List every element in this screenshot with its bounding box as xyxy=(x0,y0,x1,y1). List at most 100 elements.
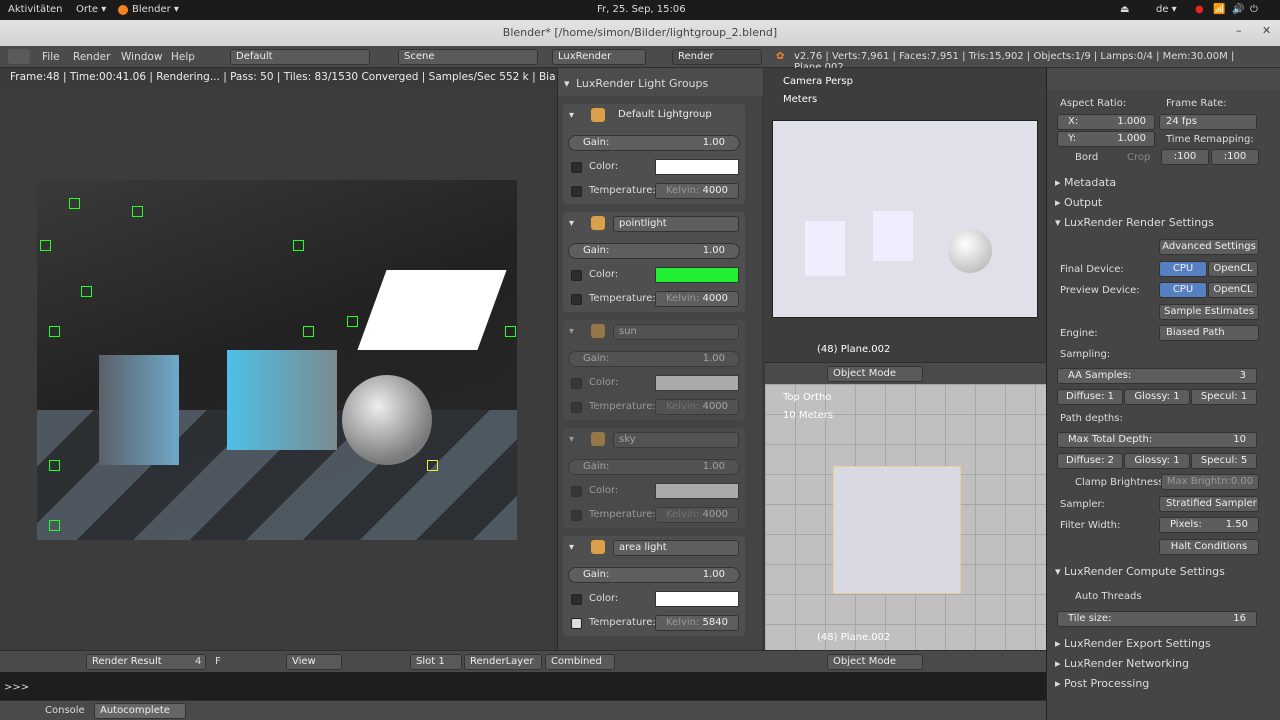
color-swatch[interactable] xyxy=(655,267,739,283)
glossy1-field[interactable]: Glossy: 1 xyxy=(1124,389,1190,405)
networking-section[interactable]: ▸ LuxRender Networking xyxy=(1055,657,1189,670)
network-icon[interactable]: 📶 xyxy=(1213,4,1225,15)
temperature-checkbox[interactable] xyxy=(571,618,582,629)
view-menu[interactable]: View xyxy=(286,654,342,670)
lightbulb-icon[interactable] xyxy=(591,216,605,230)
tile-size-field[interactable]: Tile size: 16 xyxy=(1057,611,1257,627)
python-console[interactable]: >>> xyxy=(0,672,1046,700)
eject-icon[interactable]: ⏏ xyxy=(1120,4,1129,15)
gain-field[interactable]: Gain: 1.00 xyxy=(568,567,740,583)
activities-button[interactable]: Aktivitäten xyxy=(8,4,63,15)
places-menu[interactable]: Orte ▾ xyxy=(76,4,106,15)
compute-settings-section[interactable]: ▾ LuxRender Compute Settings xyxy=(1055,565,1225,578)
color-swatch[interactable] xyxy=(655,375,739,391)
bord-checkbox[interactable]: Bord xyxy=(1075,152,1098,163)
preview-cpu-button[interactable]: CPU xyxy=(1159,282,1207,298)
gain-field[interactable]: Gain: 1.00 xyxy=(568,243,740,259)
aspect-x-field[interactable]: X: 1.000 xyxy=(1057,114,1155,130)
auto-threads-checkbox[interactable]: Auto Threads xyxy=(1075,591,1142,602)
image-editor[interactable] xyxy=(0,86,555,650)
temperature-checkbox[interactable] xyxy=(571,402,582,413)
lux-render-settings-section[interactable]: ▾ LuxRender Render Settings xyxy=(1055,216,1214,229)
collapse-arrow-icon[interactable]: ▾ xyxy=(569,110,574,121)
menu-file[interactable]: File xyxy=(42,51,60,63)
console-menu[interactable]: Console xyxy=(45,705,85,716)
fake-user-button[interactable]: F xyxy=(215,656,221,667)
post-processing-section[interactable]: ▸ Post Processing xyxy=(1055,677,1149,690)
menu-help[interactable]: Help xyxy=(171,51,195,63)
lightbulb-icon[interactable] xyxy=(591,540,605,554)
max-depth-field[interactable]: Max Total Depth: 10 xyxy=(1057,432,1257,448)
sample-estimates-button[interactable]: Sample Estimates xyxy=(1159,304,1259,320)
final-cpu-button[interactable]: CPU xyxy=(1159,261,1207,277)
remap-old-field[interactable]: :100 xyxy=(1161,149,1209,165)
advanced-settings-button[interactable]: Advanced Settings xyxy=(1159,239,1259,255)
collapse-arrow-icon[interactable]: ▾ xyxy=(569,434,574,445)
clock[interactable]: Fr, 25. Sep, 15:06 xyxy=(597,4,686,15)
metadata-section[interactable]: ▸ Metadata xyxy=(1055,176,1116,189)
properties-tabs[interactable] xyxy=(1047,68,1280,90)
render-engine-selector[interactable]: LuxRender xyxy=(552,49,646,65)
color-checkbox[interactable] xyxy=(571,378,582,389)
temperature-checkbox[interactable] xyxy=(571,294,582,305)
crop-checkbox[interactable]: Crop xyxy=(1127,152,1150,163)
kelvin-field[interactable]: Kelvin: 4000 xyxy=(655,291,739,307)
lightbulb-icon[interactable] xyxy=(591,432,605,446)
lightgroups-header[interactable]: ▾ LuxRender Light Groups xyxy=(558,68,763,96)
remap-new-field[interactable]: :100 xyxy=(1211,149,1259,165)
color-checkbox[interactable] xyxy=(571,594,582,605)
temperature-checkbox[interactable] xyxy=(571,510,582,521)
kelvin-field[interactable]: Kelvin: 4000 xyxy=(655,183,739,199)
lightgroup-name[interactable]: area light xyxy=(613,540,739,556)
engine-selector[interactable]: Biased Path xyxy=(1159,325,1259,341)
collapse-arrow-icon[interactable]: ▾ xyxy=(569,542,574,553)
color-checkbox[interactable] xyxy=(571,162,582,173)
max-brightness-field[interactable]: Max Brightn:0.00 xyxy=(1161,474,1259,490)
scene-selector[interactable]: Scene xyxy=(398,49,538,65)
menu-window[interactable]: Window xyxy=(121,51,162,63)
halt-conditions-button[interactable]: Halt Conditions xyxy=(1159,539,1259,555)
fps-selector[interactable]: 24 fps xyxy=(1159,114,1257,130)
slot-selector[interactable]: Slot 1 xyxy=(410,654,462,670)
color-checkbox[interactable] xyxy=(571,486,582,497)
minimize-button[interactable]: – xyxy=(1236,24,1242,37)
app-menu[interactable]: Blender ▾ xyxy=(132,4,179,15)
image-selector[interactable]: Render Result xyxy=(86,654,206,670)
collapse-arrow-icon[interactable]: ▾ xyxy=(569,218,574,229)
viewport-camera[interactable]: Camera Persp Meters (48) Plane.002 xyxy=(765,68,1046,362)
diffuse2-field[interactable]: Diffuse: 2 xyxy=(1057,453,1123,469)
close-window-button[interactable]: ✕ xyxy=(1262,24,1271,37)
gain-field[interactable]: Gain: 1.00 xyxy=(568,135,740,151)
render-layer-selector[interactable]: RenderLayer xyxy=(464,654,542,670)
mode-selector[interactable]: Object Mode xyxy=(827,654,923,670)
viewport-top-ortho[interactable]: Top Ortho 10 Meters (48) Plane.002 xyxy=(765,384,1046,650)
gain-field[interactable]: Gain: 1.00 xyxy=(568,351,740,367)
mode-selector[interactable]: Object Mode xyxy=(827,366,923,382)
render-button[interactable]: Render xyxy=(672,49,762,65)
export-settings-section[interactable]: ▸ LuxRender Export Settings xyxy=(1055,637,1211,650)
kelvin-field[interactable]: Kelvin: 5840 xyxy=(655,615,739,631)
gain-field[interactable]: Gain: 1.00 xyxy=(568,459,740,475)
power-icon[interactable]: ⏻ xyxy=(1250,4,1258,15)
preview-opencl-button[interactable]: OpenCL xyxy=(1208,282,1258,298)
glossy2-field[interactable]: Glossy: 1 xyxy=(1124,453,1190,469)
camera-view[interactable] xyxy=(772,120,1038,318)
language-menu[interactable]: de ▾ xyxy=(1156,4,1177,15)
render-pass-selector[interactable]: Combined xyxy=(545,654,615,670)
layout-selector[interactable]: Default xyxy=(230,49,370,65)
lightgroup-name[interactable]: pointlight xyxy=(613,216,739,232)
color-checkbox[interactable] xyxy=(571,270,582,281)
aa-samples-field[interactable]: AA Samples: 3 xyxy=(1057,368,1257,384)
aspect-y-field[interactable]: Y: 1.000 xyxy=(1057,131,1155,147)
lightbulb-icon[interactable] xyxy=(591,108,605,122)
editor-type-icon[interactable] xyxy=(8,49,30,64)
lightbulb-icon[interactable] xyxy=(591,324,605,338)
kelvin-field[interactable]: Kelvin: 4000 xyxy=(655,507,739,523)
final-opencl-button[interactable]: OpenCL xyxy=(1208,261,1258,277)
kelvin-field[interactable]: Kelvin: 4000 xyxy=(655,399,739,415)
lightgroup-name[interactable]: sun xyxy=(613,324,739,340)
color-swatch[interactable] xyxy=(655,159,739,175)
autocomplete-button[interactable]: Autocomplete xyxy=(94,703,186,719)
specul1-field[interactable]: Specul: 1 xyxy=(1191,389,1257,405)
diffuse1-field[interactable]: Diffuse: 1 xyxy=(1057,389,1123,405)
